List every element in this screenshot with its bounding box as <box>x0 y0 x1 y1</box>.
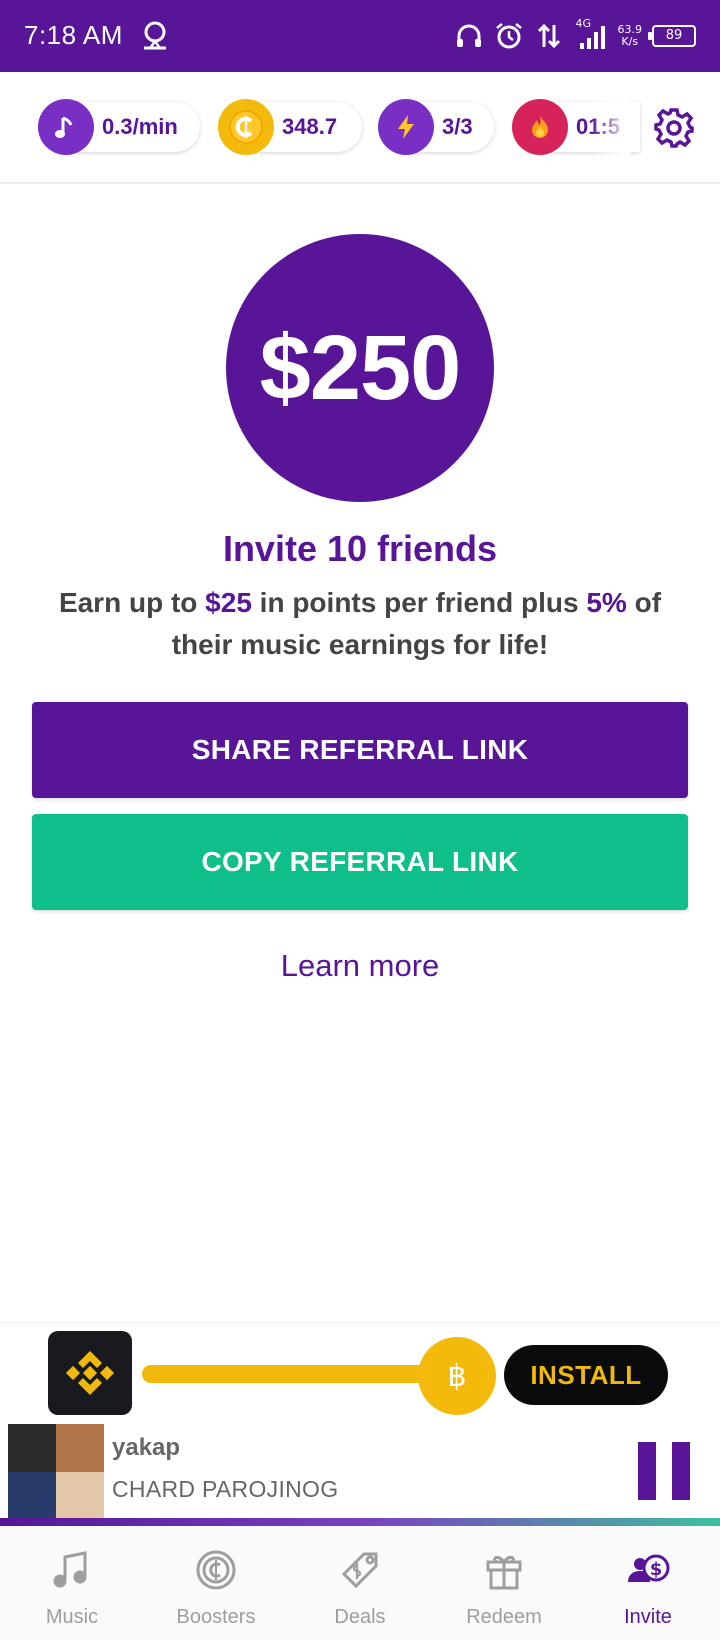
desc-highlight-amount: $25 <box>205 587 252 618</box>
boosts-pill[interactable]: 3/3 <box>378 99 494 155</box>
nav-item-invite[interactable]: $ Invite <box>576 1526 720 1640</box>
pause-icon[interactable] <box>638 1442 690 1500</box>
bitcoin-coin-icon: ฿ <box>418 1337 496 1415</box>
ad-banner[interactable]: ฿ INSTALL <box>0 1322 720 1424</box>
music-note-icon <box>53 1551 87 1588</box>
install-button[interactable]: INSTALL <box>504 1345 668 1405</box>
boosts-value: 3/3 <box>442 114 473 139</box>
nav-item-music[interactable]: Music <box>0 1526 144 1640</box>
alarm-icon <box>495 23 522 49</box>
nav-label-redeem: Redeem <box>466 1606 542 1628</box>
nav-item-deals[interactable]: Deals <box>288 1526 432 1640</box>
reward-circle: $250 <box>226 234 494 502</box>
nav-label-boosters: Boosters <box>176 1606 256 1628</box>
coin-icon <box>196 1550 236 1590</box>
battery-indicator: 89 <box>648 25 696 47</box>
copy-referral-button[interactable]: COPY REFERRAL LINK <box>32 814 688 910</box>
desc-text-2: in points per friend plus <box>251 587 587 618</box>
headphones-icon <box>456 24 481 47</box>
share-referral-button[interactable]: SHARE REFERRAL LINK <box>32 702 688 798</box>
earning-rate-pill[interactable]: 0.3/min <box>38 99 200 155</box>
album-art <box>8 1424 104 1520</box>
ad-slider-track <box>142 1365 442 1383</box>
desc-highlight-percent: 5% <box>586 587 627 618</box>
bottom-nav: Music Boosters Deals Redeem $ Invite <box>0 1526 720 1640</box>
location-icon <box>144 21 166 50</box>
artist-name: CHARD PAROJINOG <box>112 1476 339 1502</box>
coin-balance-value: 348.7 <box>282 114 338 139</box>
svg-text:฿: ฿ <box>447 1359 466 1394</box>
earning-rate-value: 0.3/min <box>102 114 178 139</box>
song-title: yakap <box>112 1434 181 1461</box>
speed-unit: K/s <box>621 35 639 48</box>
music-note-icon <box>38 99 94 155</box>
nav-label-deals: Deals <box>334 1606 386 1628</box>
lightning-icon <box>378 99 434 155</box>
coin-icon <box>218 99 274 155</box>
binance-logo-icon <box>48 1331 132 1415</box>
invite-title: Invite 10 friends <box>222 528 498 569</box>
desc-text-1: Earn up to <box>58 587 206 618</box>
nav-item-boosters[interactable]: Boosters <box>144 1526 288 1640</box>
stats-bar: 0.3/min 348.7 3/3 01:5 <box>0 72 720 184</box>
invite-description: Earn up to $25 in points per friend plus… <box>40 582 680 666</box>
nav-label-music: Music <box>45 1606 99 1628</box>
mini-player[interactable]: yakap CHARD PAROJINOG <box>0 1424 720 1520</box>
settings-gear-icon[interactable] <box>652 106 696 150</box>
reward-amount: $250 <box>259 316 462 419</box>
nav-item-redeem[interactable]: Redeem <box>432 1526 576 1640</box>
signal-indicator: 4G <box>574 17 608 51</box>
invite-icon: $ <box>628 1554 670 1582</box>
network-speed: 63.9 K/s <box>618 24 643 48</box>
coin-balance-pill[interactable]: 348.7 <box>218 99 362 155</box>
learn-more-link[interactable]: Learn more <box>0 948 720 984</box>
gift-icon <box>486 1555 522 1590</box>
stats-fade <box>590 72 630 182</box>
signal-bars-icon <box>579 26 605 49</box>
status-bar: 7:18 AM 4G 63.9 K/s 89 <box>0 0 720 72</box>
nav-label-invite: Invite <box>624 1606 672 1628</box>
tag-icon <box>341 1552 378 1589</box>
fire-icon <box>512 99 568 155</box>
playback-progress-bar <box>0 1518 720 1526</box>
data-transfer-icon <box>537 23 560 49</box>
status-time: 7:18 AM <box>24 20 123 50</box>
svg-text:$: $ <box>650 1559 663 1580</box>
